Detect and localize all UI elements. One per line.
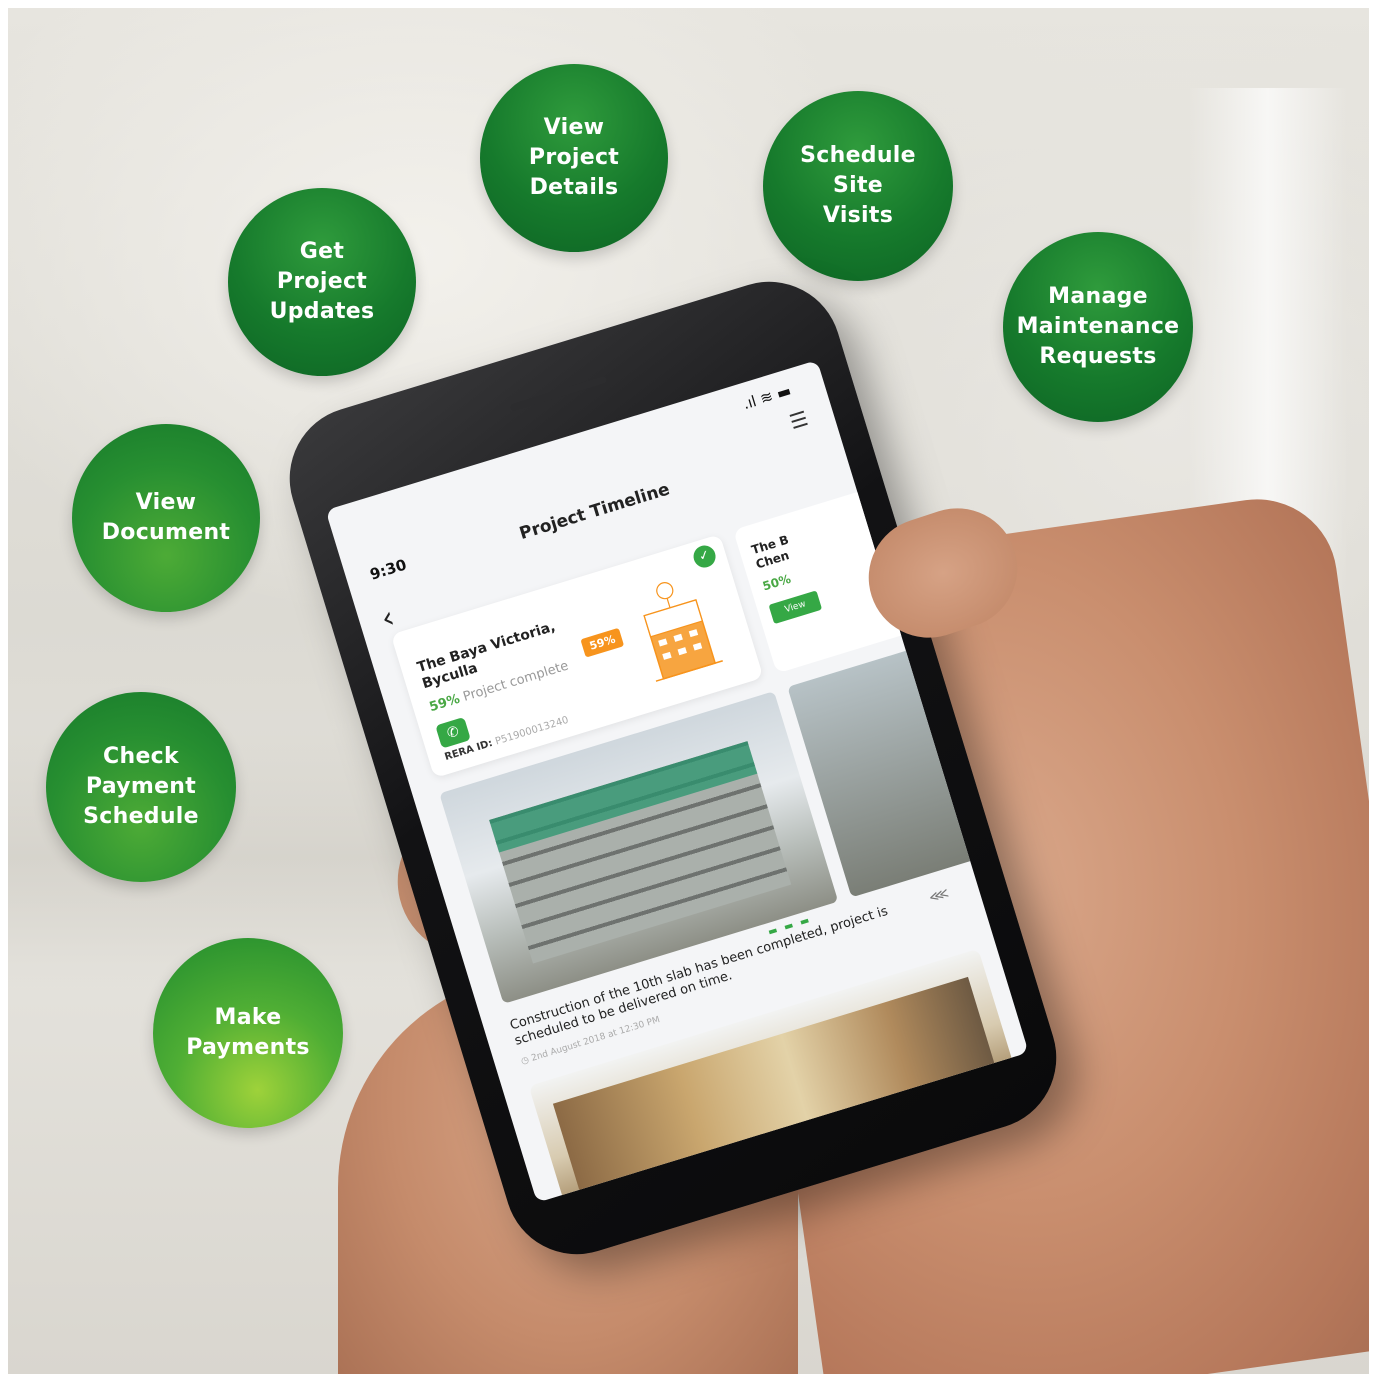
- feature-get-project-updates[interactable]: Get Project Updates: [228, 188, 416, 376]
- menu-icon[interactable]: ☰: [787, 406, 811, 434]
- check-icon: ✓: [690, 542, 719, 571]
- status-icons: .ıl ≋ ▬: [740, 381, 794, 414]
- rera-value: P51900013240: [494, 714, 570, 748]
- feature-label: View Project Details: [528, 115, 620, 200]
- feature-label: Make Payments: [186, 1005, 310, 1060]
- feature-label: Get Project Updates: [269, 239, 375, 324]
- next-project-progress: 50%: [760, 571, 793, 594]
- phone-speaker: [509, 375, 608, 412]
- chevron-left-icon[interactable]: ‹: [377, 600, 399, 637]
- feature-check-payment-schedule[interactable]: Check Payment Schedule: [46, 692, 236, 882]
- feature-label: Manage Maintenance Requests: [1016, 284, 1180, 369]
- view-button[interactable]: View: [768, 590, 823, 625]
- progress-badge: 59%: [580, 627, 625, 658]
- background-scene: View Project Details Schedule Site Visit…: [8, 8, 1369, 1374]
- feature-manage-maintenance-requests[interactable]: Manage Maintenance Requests: [1003, 232, 1193, 422]
- phone-icon[interactable]: ✆: [435, 716, 471, 749]
- feature-label: View Document: [101, 490, 231, 545]
- project-progress-value: 59%: [427, 691, 462, 716]
- feature-view-project-details[interactable]: View Project Details: [480, 64, 668, 252]
- next-project-name: The B Chen: [749, 532, 791, 572]
- feature-label: Schedule Site Visits: [800, 143, 916, 228]
- feature-schedule-site-visits[interactable]: Schedule Site Visits: [763, 91, 953, 281]
- share-icon[interactable]: ⋘: [927, 885, 951, 906]
- building-icon: [643, 582, 724, 682]
- feature-view-document[interactable]: View Document: [72, 424, 260, 612]
- feature-label: Check Payment Schedule: [83, 744, 199, 829]
- feature-make-payments[interactable]: Make Payments: [153, 938, 343, 1128]
